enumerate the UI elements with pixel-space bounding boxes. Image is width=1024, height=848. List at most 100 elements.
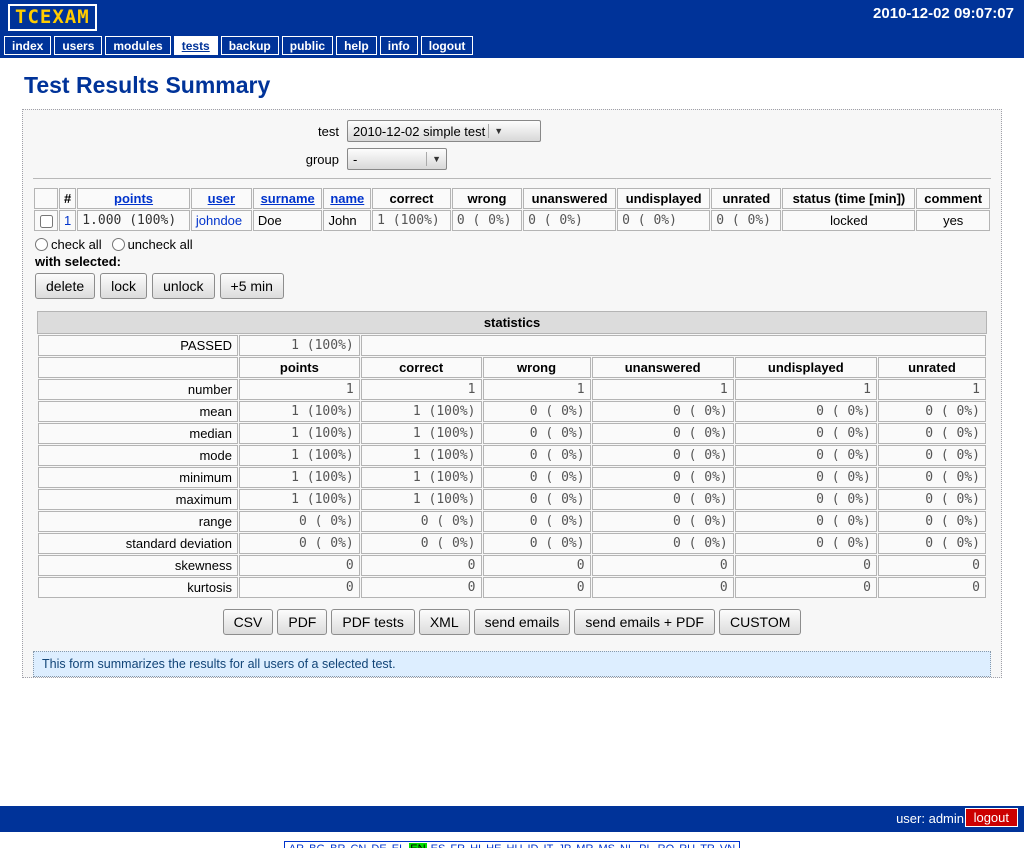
delete-button[interactable]: delete	[35, 273, 95, 299]
row-select-checkbox[interactable]	[40, 215, 53, 228]
language-link-pl[interactable]: PL	[638, 843, 653, 848]
language-link-vn[interactable]: VN	[719, 843, 736, 848]
stat-cell: 0 ( 0%)	[483, 445, 591, 466]
check-all-option[interactable]: check all	[35, 237, 102, 252]
col-name[interactable]: name	[323, 188, 371, 209]
stat-cell: 0 ( 0%)	[483, 401, 591, 422]
table-row: range 0 ( 0%) 0 ( 0%) 0 ( 0%) 0 ( 0%) 0 …	[38, 511, 986, 532]
language-link-tr[interactable]: TR	[699, 843, 716, 848]
send-emails-pdf-button[interactable]: send emails + PDF	[574, 609, 715, 635]
nav-item-help[interactable]: help	[336, 36, 377, 55]
language-link-jp[interactable]: JP	[557, 843, 572, 848]
language-link-ar[interactable]: AR	[288, 843, 305, 848]
row-checkbox-cell	[34, 210, 58, 231]
stat-cell: 0 ( 0%)	[878, 423, 986, 444]
language-link-nl[interactable]: NL	[619, 843, 635, 848]
stat-cell: 0	[735, 577, 877, 598]
language-link-ru[interactable]: RU	[678, 843, 696, 848]
nav-item-modules[interactable]: modules	[105, 36, 170, 55]
col-points[interactable]: points	[77, 188, 190, 209]
col-unanswered: unanswered	[523, 188, 616, 209]
language-link-hi[interactable]: HI	[469, 843, 482, 848]
stat-cell: 1 (100%)	[361, 489, 482, 510]
stat-cell: 1	[878, 379, 986, 400]
language-link-es[interactable]: ES	[430, 843, 447, 848]
lock-button[interactable]: lock	[100, 273, 147, 299]
col-surname[interactable]: surname	[253, 188, 323, 209]
stat-cell: 0 ( 0%)	[735, 533, 877, 554]
language-link-fr[interactable]: FR	[449, 843, 466, 848]
chevron-down-icon: ▼	[489, 126, 508, 136]
language-link-en[interactable]: EN	[409, 843, 426, 848]
col-user[interactable]: user	[191, 188, 252, 209]
passed-empty-cell	[361, 335, 986, 356]
page-footer: AR BG BR CN DE EL EN ES FR HI HE HU ID I…	[0, 832, 1024, 848]
stat-cell: 0 ( 0%)	[483, 533, 591, 554]
form-divider	[33, 178, 991, 179]
stat-cell: 0	[592, 577, 734, 598]
nav-item-info[interactable]: info	[380, 36, 418, 55]
stat-row-label: mean	[38, 401, 238, 422]
table-header-row: # points user surname name correct wrong…	[34, 188, 990, 209]
language-link-ms[interactable]: MS	[597, 843, 616, 848]
export-custom-button[interactable]: CUSTOM	[719, 609, 801, 635]
col-status: status (time [min])	[782, 188, 915, 209]
stat-row-label: standard deviation	[38, 533, 238, 554]
results-form: test 2010-12-02 simple test ▼ group - ▼	[22, 109, 1002, 678]
export-pdf-button[interactable]: PDF	[277, 609, 327, 635]
stat-col-undisplayed: undisplayed	[735, 357, 877, 378]
language-link-hu[interactable]: HU	[506, 843, 524, 848]
send-emails-button[interactable]: send emails	[474, 609, 571, 635]
with-selected-label: with selected:	[35, 254, 991, 269]
bulk-action-buttons: deletelockunlock+5 min	[35, 273, 991, 299]
test-select[interactable]: 2010-12-02 simple test ▼	[347, 120, 541, 142]
table-row: mode 1 (100%) 1 (100%) 0 ( 0%) 0 ( 0%) 0…	[38, 445, 986, 466]
language-link-bg[interactable]: BG	[308, 843, 326, 848]
page-content: Test Results Summary test 2010-12-02 sim…	[0, 72, 1024, 778]
uncheck-all-radio[interactable]	[112, 238, 125, 251]
unlock-button[interactable]: unlock	[152, 273, 214, 299]
stat-cell: 0	[735, 555, 877, 576]
check-all-radio[interactable]	[35, 238, 48, 251]
stat-row-label: mode	[38, 445, 238, 466]
language-link-el[interactable]: EL	[391, 843, 406, 848]
stat-row-label: skewness	[38, 555, 238, 576]
language-link-cn[interactable]: CN	[349, 843, 367, 848]
language-link-it[interactable]: IT	[543, 843, 555, 848]
language-link-br[interactable]: BR	[329, 843, 346, 848]
stat-cell: 0 ( 0%)	[878, 467, 986, 488]
group-select[interactable]: - ▼	[347, 148, 447, 170]
test-selector-row: test 2010-12-02 simple test ▼	[33, 120, 991, 142]
stat-cell: 0	[592, 555, 734, 576]
nav-item-tests[interactable]: tests	[174, 36, 218, 55]
nav-item-logout[interactable]: logout	[421, 36, 474, 55]
nav-item-backup[interactable]: backup	[221, 36, 279, 55]
nav-item-users[interactable]: users	[54, 36, 102, 55]
nav-item-public[interactable]: public	[282, 36, 333, 55]
language-link-id[interactable]: ID	[526, 843, 539, 848]
select-all-controls: check all uncheck all	[35, 237, 991, 252]
export-csv-button[interactable]: CSV	[223, 609, 274, 635]
nav-item-index[interactable]: index	[4, 36, 51, 55]
row-wrong: 0 ( 0%)	[452, 210, 522, 231]
stat-col-correct: correct	[361, 357, 482, 378]
stat-cell: 0 ( 0%)	[878, 445, 986, 466]
stat-cell: 1	[483, 379, 591, 400]
add-five-min-button[interactable]: +5 min	[220, 273, 284, 299]
row-user[interactable]: johndoe	[191, 210, 252, 231]
table-row: median 1 (100%) 1 (100%) 0 ( 0%) 0 ( 0%)…	[38, 423, 986, 444]
row-surname: Doe	[253, 210, 323, 231]
uncheck-all-option[interactable]: uncheck all	[112, 237, 193, 252]
export-pdf-tests-button[interactable]: PDF tests	[331, 609, 414, 635]
language-link-ro[interactable]: RO	[657, 843, 676, 848]
app-header: TCEXAM 2010-12-02 09:07:07	[0, 0, 1024, 36]
export-xml-button[interactable]: XML	[419, 609, 470, 635]
table-row: number 1 1 1 1 1 1	[38, 379, 986, 400]
language-link-de[interactable]: DE	[370, 843, 387, 848]
stat-cell: 1 (100%)	[239, 467, 360, 488]
logout-button[interactable]: logout	[965, 808, 1018, 827]
language-link-he[interactable]: HE	[485, 843, 502, 848]
stat-row-label: kurtosis	[38, 577, 238, 598]
row-index[interactable]: 1	[59, 210, 76, 231]
language-link-mr[interactable]: MR	[575, 843, 594, 848]
